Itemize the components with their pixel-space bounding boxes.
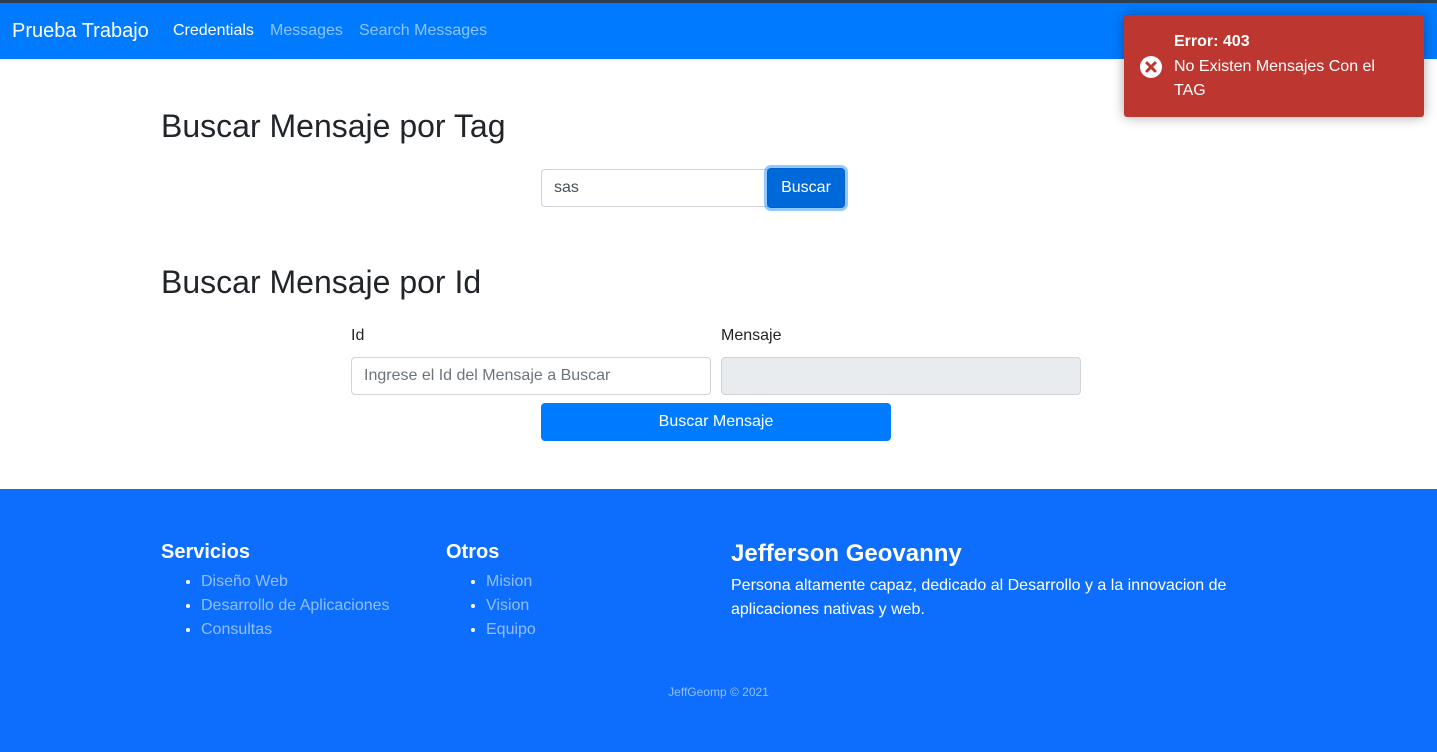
nav-link-credentials[interactable]: Credentials xyxy=(173,22,254,40)
id-search-title: Buscar Mensaje por Id xyxy=(161,264,482,300)
tag-search-title: Buscar Mensaje por Tag xyxy=(161,108,506,144)
id-label: Id xyxy=(351,327,365,344)
footer-link-diseno-web[interactable]: Diseño Web xyxy=(201,573,288,590)
nav-link-search-messages[interactable]: Search Messages xyxy=(359,22,487,40)
footer: Servicios Diseño Web Desarrollo de Aplic… xyxy=(0,489,1437,752)
footer-services-title: Servicios xyxy=(161,541,250,563)
id-input[interactable] xyxy=(351,357,711,395)
footer-link-equipo[interactable]: Equipo xyxy=(486,621,536,638)
navbar-brand[interactable]: Prueba Trabajo xyxy=(12,20,149,43)
list-item: Vision xyxy=(486,594,536,618)
footer-about-title: Jefferson Geovanny xyxy=(731,540,962,567)
list-item: Consultas xyxy=(201,618,390,642)
list-item: Desarrollo de Aplicaciones xyxy=(201,594,390,618)
footer-link-consultas[interactable]: Consultas xyxy=(201,621,272,638)
error-circle-icon xyxy=(1140,56,1162,78)
tag-search-button[interactable]: Buscar xyxy=(767,168,845,208)
tag-search-input[interactable] xyxy=(541,169,768,207)
footer-link-desarrollo[interactable]: Desarrollo de Aplicaciones xyxy=(201,597,390,614)
footer-link-mision[interactable]: Mision xyxy=(486,573,532,590)
list-item: Diseño Web xyxy=(201,570,390,594)
search-message-button[interactable]: Buscar Mensaje xyxy=(541,403,891,441)
toast-message: No Existen Mensajes Con el TAG xyxy=(1174,58,1375,99)
footer-services-list: Diseño Web Desarrollo de Aplicaciones Co… xyxy=(161,570,390,642)
footer-about-description: Persona altamente capaz, dedicado al Des… xyxy=(731,577,1227,618)
nav-link-messages[interactable]: Messages xyxy=(270,22,343,40)
footer-link-vision[interactable]: Vision xyxy=(486,597,529,614)
message-label: Mensaje xyxy=(721,327,782,344)
message-output-field xyxy=(721,357,1081,395)
copyright: JeffGeomp © 2021 xyxy=(668,685,769,699)
footer-others-title: Otros xyxy=(446,541,500,563)
error-toast[interactable]: Error: 403 No Existen Mensajes Con el TA… xyxy=(1124,15,1424,117)
toast-title: Error: 403 xyxy=(1174,33,1250,50)
list-item: Mision xyxy=(486,570,536,594)
list-item: Equipo xyxy=(486,618,536,642)
footer-others-list: Mision Vision Equipo xyxy=(446,570,536,642)
